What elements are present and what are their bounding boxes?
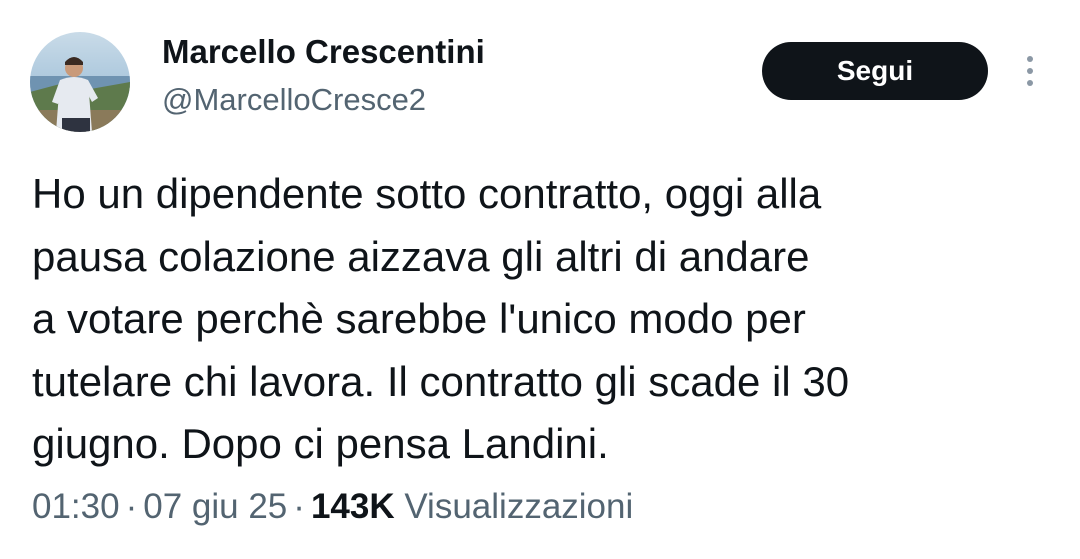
tweet-time[interactable]: 01:30	[32, 487, 120, 526]
tweet-meta: 01:30 · 07 giu 25 · 143K Visualizzazioni	[32, 487, 633, 527]
follow-button[interactable]: Segui	[762, 42, 988, 100]
tweet-text: Ho un dipendente sotto contratto, oggi a…	[32, 163, 1042, 476]
tweet-text-line: pausa colazione aizzava gli altri di and…	[32, 232, 810, 280]
avatar[interactable]	[30, 32, 130, 132]
avatar-photo	[30, 32, 130, 132]
more-vertical-icon[interactable]	[1018, 54, 1042, 88]
tweet-text-line: a votare perchè sarebbe l'unico modo per	[32, 295, 806, 342]
tweet-text-line: Ho un dipendente sotto contratto, oggi a…	[32, 170, 822, 217]
follow-button-label: Segui	[836, 55, 914, 86]
views-label: Visualizzazioni	[404, 487, 634, 526]
tweet-text-line: tutelare chi lavora. Il contratto gli sc…	[32, 357, 850, 405]
author-display-name[interactable]: Marcello Crescentini	[162, 33, 485, 71]
views-count: 143K	[310, 487, 395, 526]
author-handle[interactable]: @MarcelloCresce2	[162, 82, 426, 118]
meta-separator: ·	[293, 487, 305, 526]
tweet-date[interactable]: 07 giu 25	[143, 487, 287, 526]
meta-separator: ·	[125, 487, 138, 526]
tweet-text-line: giugno. Dopo ci pensa Landini.	[32, 420, 609, 467]
